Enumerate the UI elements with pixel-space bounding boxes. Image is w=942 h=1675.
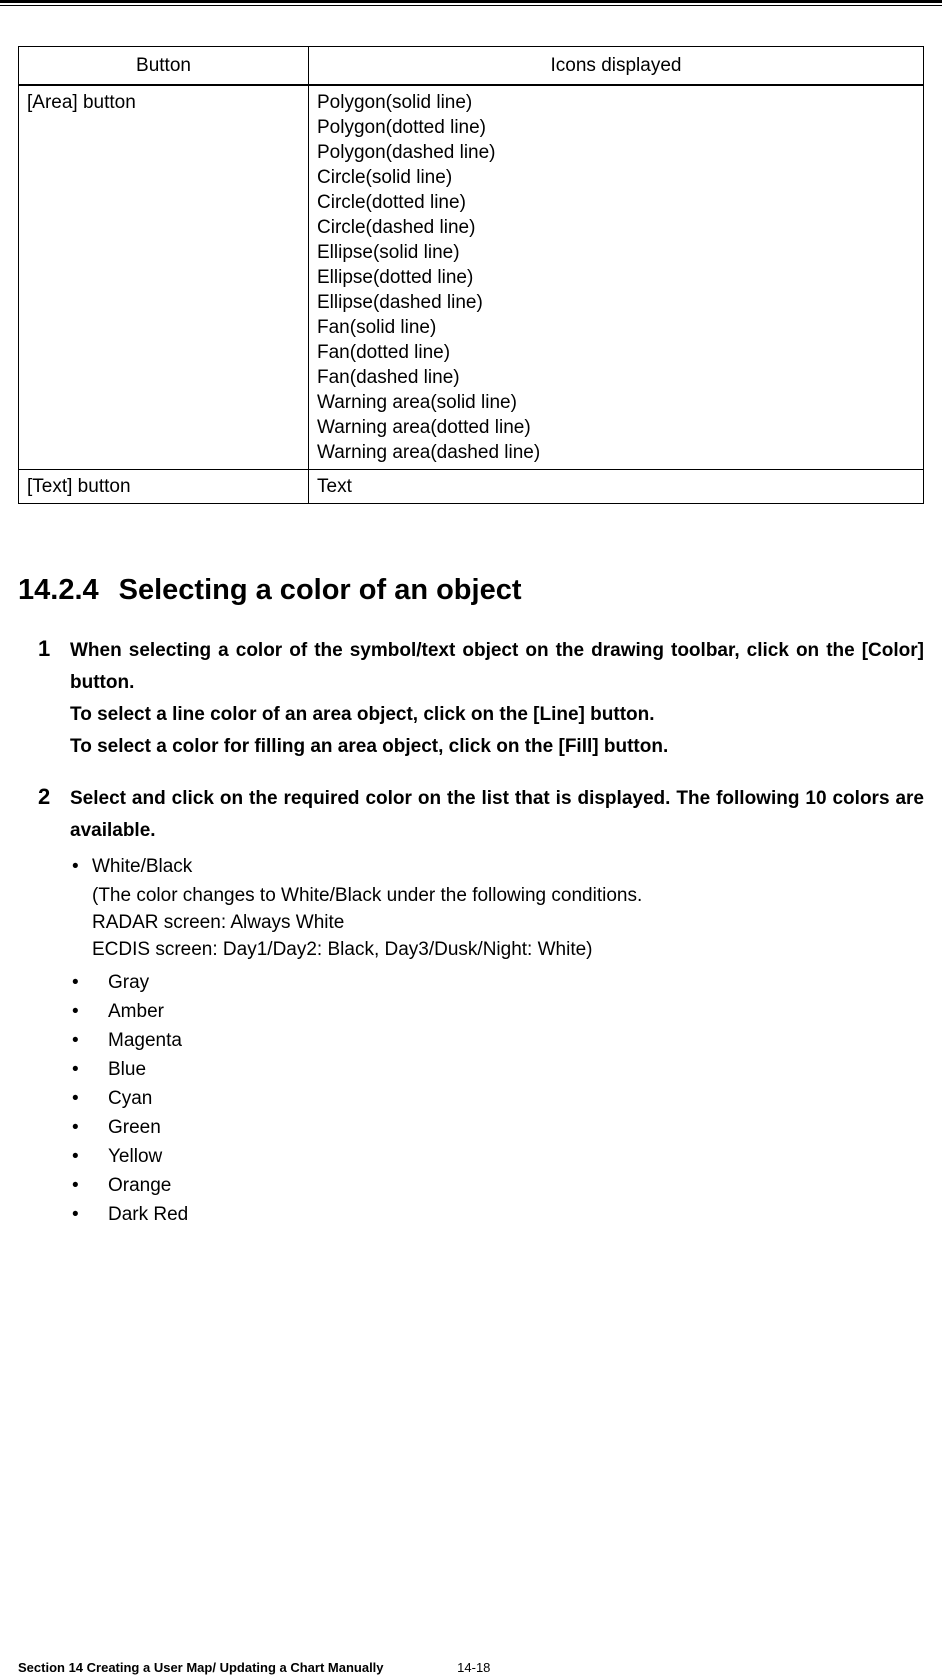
list-item-label: Blue (92, 1056, 924, 1083)
icon-entry: Ellipse(dashed line) (317, 290, 915, 315)
icon-entry: Fan(dotted line) (317, 340, 915, 365)
icons-table: Button Icons displayed [Area] button Pol… (18, 46, 924, 504)
list-item-note: (The color changes to White/Black under … (70, 882, 924, 909)
section-title-text: Selecting a color of an object (119, 574, 522, 606)
icon-entry: Circle(solid line) (317, 165, 915, 190)
list-item: • Green (70, 1114, 924, 1141)
icon-entry: Polygon(dotted line) (317, 115, 915, 140)
icon-entry: Warning area(solid line) (317, 390, 915, 415)
list-item: • Orange (70, 1172, 924, 1199)
bullet-icon: • (70, 1027, 92, 1054)
list-item: • Blue (70, 1056, 924, 1083)
cell-icons: Polygon(solid line) Polygon(dotted line)… (309, 85, 924, 470)
list-item: • Dark Red (70, 1201, 924, 1228)
top-horizontal-rule (0, 0, 942, 6)
list-item-label: Gray (92, 969, 924, 996)
bullet-icon: • (70, 1114, 92, 1141)
list-item-label: Dark Red (92, 1201, 924, 1228)
step-text: To select a color for filling an area ob… (70, 731, 924, 763)
bullet-icon: • (70, 1085, 92, 1112)
icon-entry: Ellipse(dotted line) (317, 265, 915, 290)
icon-entry: Ellipse(solid line) (317, 240, 915, 265)
step-text: When selecting a color of the symbol/tex… (70, 635, 924, 699)
footer-page-number: 14-18 (457, 1660, 490, 1675)
step-2: 2 Select and click on the required color… (38, 783, 924, 1230)
list-item-label: Orange (92, 1172, 924, 1199)
icon-entry: Fan(solid line) (317, 315, 915, 340)
table-row: [Text] button Text (19, 470, 924, 504)
step-text: Select and click on the required color o… (70, 783, 924, 847)
step-1: 1 When selecting a color of the symbol/t… (38, 635, 924, 763)
icon-entry: Circle(dotted line) (317, 190, 915, 215)
step-number: 1 (38, 635, 70, 763)
cell-icons: Text (309, 470, 924, 504)
icon-entry: Warning area(dotted line) (317, 415, 915, 440)
bullet-icon: • (70, 1172, 92, 1199)
bullet-icon: • (70, 1056, 92, 1083)
icon-entry: Polygon(solid line) (317, 90, 915, 115)
table-row: [Area] button Polygon(solid line) Polygo… (19, 85, 924, 470)
cell-button: [Area] button (19, 85, 309, 470)
step-number: 2 (38, 783, 70, 1230)
icon-entry: Circle(dashed line) (317, 215, 915, 240)
list-item-label: Green (92, 1114, 924, 1141)
list-item: • Cyan (70, 1085, 924, 1112)
list-item-note: RADAR screen: Always White (70, 909, 924, 936)
bullet-icon: • (70, 969, 92, 996)
step-text: To select a line color of an area object… (70, 699, 924, 731)
list-item: • Yellow (70, 1143, 924, 1170)
icon-entry: Polygon(dashed line) (317, 140, 915, 165)
list-item-label: Cyan (92, 1085, 924, 1112)
list-item: • Magenta (70, 1027, 924, 1054)
list-item-note: ECDIS screen: Day1/Day2: Black, Day3/Dus… (70, 936, 924, 963)
bullet-icon: • (70, 853, 92, 880)
table-header-button: Button (19, 47, 309, 86)
list-item-label: Yellow (92, 1143, 924, 1170)
list-item-label: White/Black (92, 853, 924, 880)
table-body: [Area] button Polygon(solid line) Polygo… (19, 85, 924, 504)
list-item: • Gray (70, 969, 924, 996)
list-item-label: Amber (92, 998, 924, 1025)
bullet-icon: • (70, 1201, 92, 1228)
icon-entry: Text (317, 474, 915, 499)
bullet-icon: • (70, 1143, 92, 1170)
icon-entry: Fan(dashed line) (317, 365, 915, 390)
footer-section-title: Section 14 Creating a User Map/ Updating… (18, 1660, 384, 1675)
bullet-icon: • (70, 998, 92, 1025)
list-item-label: Magenta (92, 1027, 924, 1054)
page-footer: Section 14 Creating a User Map/ Updating… (0, 1660, 942, 1675)
list-item: • White/Black (70, 853, 924, 880)
cell-button: [Text] button (19, 470, 309, 504)
icon-entry: Warning area(dashed line) (317, 440, 915, 465)
list-item: • Amber (70, 998, 924, 1025)
table-header-icons: Icons displayed (309, 47, 924, 86)
section-heading: 14.2.4 Selecting a color of an object (18, 574, 924, 607)
section-number: 14.2.4 (18, 574, 99, 607)
